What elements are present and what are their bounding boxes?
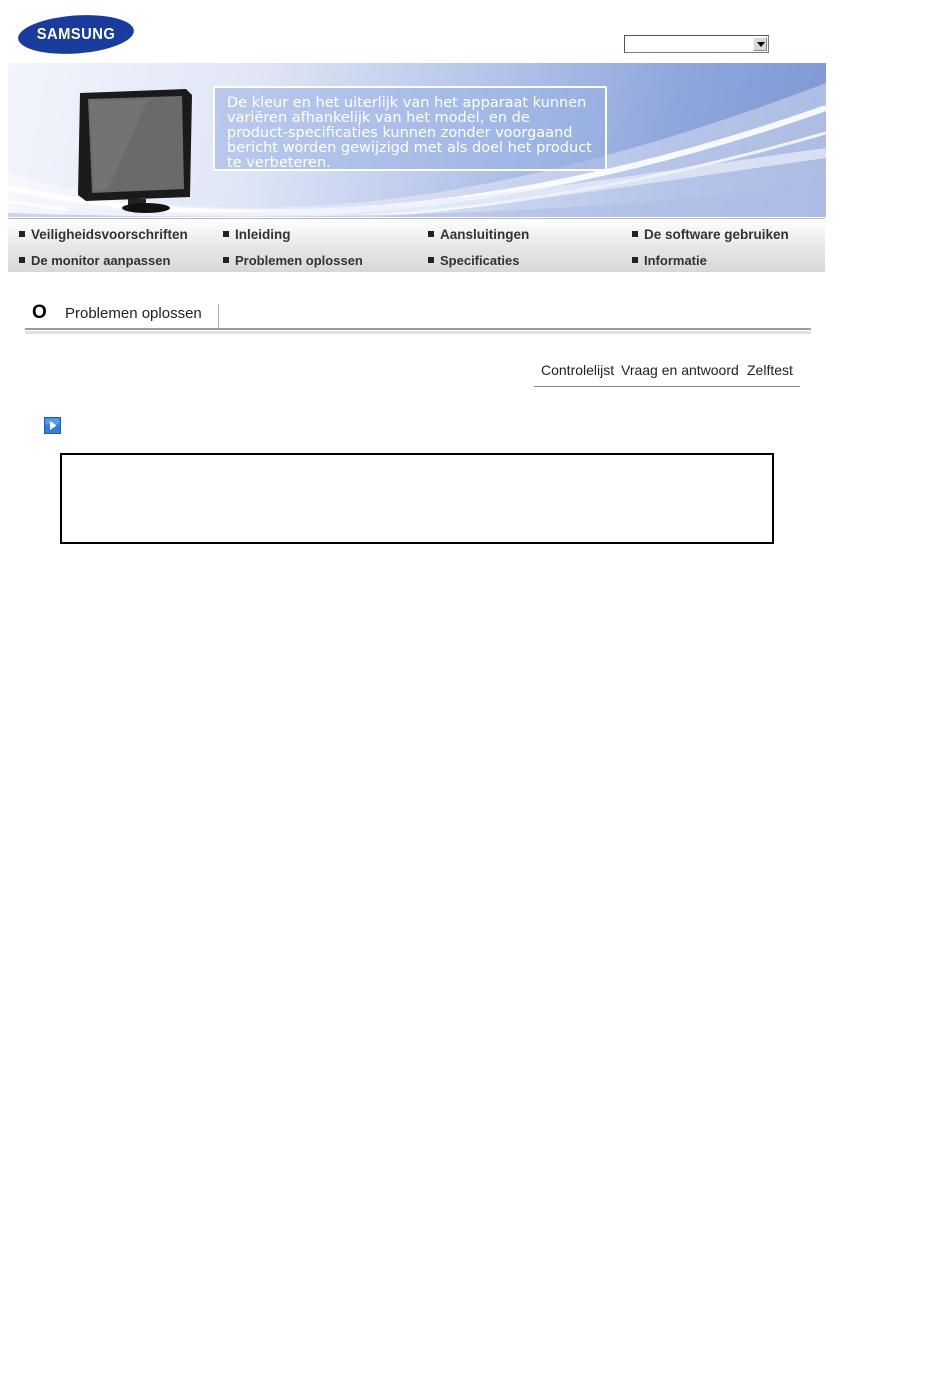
logo-text: SAMSUNG <box>36 25 116 43</box>
monitor-image <box>78 89 192 213</box>
title-divider <box>218 304 219 328</box>
tab-zelftest[interactable]: Zelftest <box>747 362 793 378</box>
nav-item-inleiding[interactable]: Inleiding <box>223 227 291 242</box>
section-header: O Problemen oplossen <box>25 300 811 334</box>
bullet-icon <box>428 231 434 237</box>
tab-controlelijst[interactable]: Controlelijst <box>541 362 614 378</box>
page-title: Problemen oplossen <box>65 305 202 322</box>
nav-item-problemen-oplossen[interactable]: Problemen oplossen <box>223 253 363 268</box>
banner: De kleur en het uiterlijk van het appara… <box>8 63 826 217</box>
nav-item-veiligheidsvoorschriften[interactable]: Veiligheidsvoorschriften <box>19 227 188 242</box>
banner-disclaimer: De kleur en het uiterlijk van het appara… <box>213 86 607 171</box>
subtabs: Controlelijst Vraag en antwoord Zelftest <box>534 360 800 387</box>
nav-item-monitor-aanpassen[interactable]: De monitor aanpassen <box>19 253 170 268</box>
model-select[interactable] <box>624 35 769 53</box>
samsung-logo[interactable]: SAMSUNG <box>17 14 135 55</box>
nav-item-label: Specificaties <box>440 253 520 268</box>
title-underline <box>25 328 811 330</box>
section-marker: O <box>32 302 47 323</box>
nav-item-specificaties[interactable]: Specificaties <box>428 253 520 268</box>
bullet-icon <box>632 231 638 237</box>
nav-item-label: Problemen oplossen <box>235 253 363 268</box>
nav-item-label: De software gebruiken <box>644 227 789 242</box>
nav-item-label: Inleiding <box>235 227 291 242</box>
title-underline-shadow <box>25 331 811 334</box>
chevron-down-icon[interactable] <box>753 37 767 51</box>
nav-item-label: De monitor aanpassen <box>31 253 171 268</box>
main-nav: Veiligheidsvoorschriften Inleiding Aansl… <box>8 218 825 272</box>
nav-item-label: Veiligheidsvoorschriften <box>31 227 188 242</box>
nav-item-label: Aansluitingen <box>440 227 530 242</box>
bullet-icon <box>223 257 229 263</box>
nav-item-informatie[interactable]: Informatie <box>632 253 707 268</box>
bullet-icon <box>223 231 229 237</box>
nav-item-label: Informatie <box>644 253 707 268</box>
nav-item-aansluitingen[interactable]: Aansluitingen <box>428 227 529 242</box>
nav-item-software[interactable]: De software gebruiken <box>632 227 789 242</box>
bullet-icon <box>428 257 434 263</box>
bullet-icon <box>632 257 638 263</box>
bullet-icon <box>19 231 25 237</box>
bullet-icon <box>19 257 25 263</box>
content-box <box>60 453 774 544</box>
tab-vraag-en-antwoord[interactable]: Vraag en antwoord <box>621 362 739 378</box>
play-arrow-icon <box>44 417 61 434</box>
